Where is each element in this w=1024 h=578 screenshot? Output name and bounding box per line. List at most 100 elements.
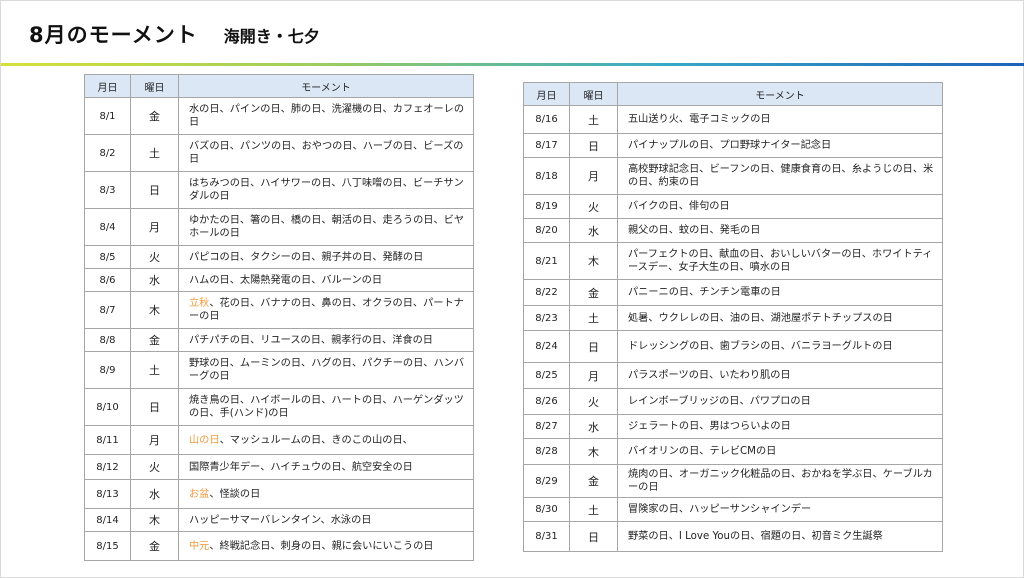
- moment-text: パピコの日、タクシーの日、親子丼の日、発酵の日: [189, 251, 424, 263]
- moment-cell: パイナップルの日、プロ野球ナイター記念日: [617, 133, 943, 158]
- moment-text: ハッピーサマーバレンタイン、水泳の日: [189, 514, 372, 526]
- table-row: 8/23 土処暑、ウクレレの日、油の日、湖池屋ポテトチップスの日: [523, 305, 943, 331]
- date-cell: 8/14: [84, 508, 131, 532]
- table-row: 8/28 木バイオリンの日、テレビCMの日: [523, 438, 943, 465]
- moments-table-right: 月日 曜日 モーメント 8/16 土五山送り火、電子コミックの日 8/17 日パイナッ…: [523, 82, 943, 552]
- weekday-cell: 日: [569, 133, 618, 158]
- date-cell: 8/9: [84, 351, 131, 389]
- column-header-weekday: 曜日: [569, 82, 618, 106]
- weekday-cell: 土: [569, 305, 618, 331]
- date-cell: 8/28: [523, 438, 570, 465]
- weekday-cell: 火: [130, 454, 179, 480]
- moment-text: パラスポーツの日、いたわり肌の日: [628, 370, 791, 381]
- column-header-date: 月日: [84, 74, 131, 98]
- column-header-date: 月日: [523, 82, 570, 106]
- moment-text: パーフェクトの日、献血の日、おいしいバターの日、ホワイトティースデー、女子大生の…: [628, 249, 933, 273]
- moment-cell: パチパチの日、リユースの日、親孝行の日、洋食の日: [178, 328, 474, 352]
- moment-text: 焼肉の日、オーガニック化粧品の日、おかねを学ぶ日、ケーブルカーの日: [628, 469, 933, 493]
- weekday-cell: 火: [130, 245, 179, 269]
- moment-cell: バイオリンの日、テレビCMの日: [617, 438, 943, 465]
- moment-text: バズの日、パンツの日、おやつの日、ハーブの日、ビーズの日: [189, 141, 464, 165]
- date-cell: 8/2: [84, 134, 131, 172]
- moment-text: はちみつの日、ハイサワーの日、八丁味噌の日、ビーチサンダルの日: [189, 178, 464, 202]
- moment-text: 高校野球記念日、ビーフンの日、健康食育の日、糸ようじの日、米の日、約束の日: [628, 164, 934, 188]
- moment-text: 、終戦記念日、刺身の日、親に会いにいこうの日: [209, 540, 434, 552]
- weekday-cell: 木: [130, 508, 179, 532]
- date-cell: 8/21: [523, 242, 570, 280]
- weekday-cell: 金: [130, 531, 179, 561]
- table-row: 8/9 土野球の日、ムーミンの日、ハグの日、パクチーの日、ハンバーグの日: [84, 351, 474, 389]
- date-cell: 8/7: [84, 291, 131, 329]
- date-cell: 8/20: [523, 218, 570, 243]
- table-row: 8/2 土バズの日、パンツの日、おやつの日、ハーブの日、ビーズの日: [84, 134, 474, 172]
- moments-table-left: 月日 曜日 モーメント 8/1 金水の日、パインの日、肺の日、洗濯機の日、カフェオ…: [84, 74, 474, 561]
- column-header-weekday: 曜日: [130, 74, 179, 98]
- moment-text: 冒険家の日、ハッピーサンシャインデー: [628, 504, 812, 515]
- column-header-moment: モーメント: [617, 82, 943, 106]
- date-cell: 8/4: [84, 208, 131, 246]
- date-cell: 8/18: [523, 157, 570, 195]
- table-row: 8/11 月山の日、マッシュルームの日、きのこの山の日、: [84, 425, 474, 455]
- date-cell: 8/12: [84, 454, 131, 480]
- weekday-cell: 日: [569, 521, 618, 552]
- moment-text: バイクの日、俳句の日: [628, 201, 730, 212]
- weekday-cell: 水: [569, 414, 618, 439]
- date-cell: 8/6: [84, 268, 131, 292]
- moment-text: 処暑、ウクレレの日、油の日、湖池屋ポテトチップスの日: [628, 312, 893, 324]
- moment-cell: ジェラートの日、男はつらいよの日: [617, 414, 943, 439]
- weekday-cell: 月: [130, 425, 179, 455]
- date-cell: 8/8: [84, 328, 131, 352]
- table-row: 8/10 日焼き鳥の日、ハイボールの日、ハートの日、ハーゲンダッツの日、手(ハンド…: [84, 388, 474, 426]
- date-cell: 8/16: [523, 105, 570, 134]
- table-header-row: 月日 曜日 モーメント: [523, 82, 943, 106]
- table-row: 8/29 金焼肉の日、オーガニック化粧品の日、おかねを学ぶ日、ケーブルカーの日: [523, 464, 943, 498]
- moment-text: 、マッシュルームの日、きのこの山の日、: [219, 434, 413, 446]
- date-cell: 8/25: [523, 362, 570, 389]
- moment-text: 水の日、パインの日、肺の日、洗濯機の日、カフェオーレの日: [189, 104, 465, 128]
- weekday-cell: 日: [130, 171, 179, 209]
- moment-cell: 水の日、パインの日、肺の日、洗濯機の日、カフェオーレの日: [178, 97, 474, 135]
- weekday-cell: 金: [569, 464, 618, 498]
- moment-text: 野球の日、ムーミンの日、ハグの日、パクチーの日、ハンバーグの日: [189, 358, 465, 382]
- moment-cell: パラスポーツの日、いたわり肌の日: [617, 362, 943, 389]
- moment-cell: バズの日、パンツの日、おやつの日、ハーブの日、ビーズの日: [178, 134, 474, 172]
- date-cell: 8/11: [84, 425, 131, 455]
- table-row: 8/25 月パラスポーツの日、いたわり肌の日: [523, 362, 943, 389]
- moment-text: パチパチの日、リユースの日、親孝行の日、洋食の日: [189, 334, 433, 346]
- moment-cell: 国際青少年デー、ハイチュウの日、航空安全の日: [178, 454, 474, 480]
- moment-cell: 焼き鳥の日、ハイボールの日、ハートの日、ハーゲンダッツの日、手(ハンド)の日: [178, 388, 474, 426]
- moment-text: ドレッシングの日、歯ブラシの日、バニラヨーグルトの日: [628, 341, 893, 352]
- moment-text: 親父の日、蚊の日、発毛の日: [628, 225, 761, 236]
- table-row: 8/22 金パニーニの日、チンチン電車の日: [523, 279, 943, 306]
- table-row: 8/16 土五山送り火、電子コミックの日: [523, 105, 943, 134]
- weekday-cell: 土: [569, 497, 618, 522]
- moment-cell: 野菜の日、I Love Youの日、宿題の日、初音ミク生誕祭: [617, 521, 943, 552]
- weekday-cell: 金: [130, 328, 179, 352]
- date-cell: 8/19: [523, 194, 570, 219]
- weekday-cell: 月: [569, 362, 618, 389]
- moment-text: 五山送り火、電子コミックの日: [628, 114, 771, 125]
- moment-cell: ハッピーサマーバレンタイン、水泳の日: [178, 508, 474, 532]
- table-row: 8/27 水ジェラートの日、男はつらいよの日: [523, 414, 943, 439]
- table-row: 8/13 水お盆、怪談の日: [84, 479, 474, 509]
- weekday-cell: 月: [130, 208, 179, 246]
- date-cell: 8/1: [84, 97, 131, 135]
- table-row: 8/7 木立秋、花の日、バナナの日、鼻の日、オクラの日、パートナーの日: [84, 291, 474, 329]
- moment-text: 、花の日、バナナの日、鼻の日、オクラの日、パートナーの日: [189, 298, 464, 322]
- moment-text: 国際青少年デー、ハイチュウの日、航空安全の日: [189, 461, 413, 473]
- moment-text: ゆかたの日、箸の日、橋の日、朝活の日、走ろうの日、ビヤホールの日: [189, 215, 465, 239]
- moment-text: 、怪談の日: [209, 488, 261, 500]
- weekday-cell: 日: [569, 330, 618, 363]
- moment-text: パイナップルの日、プロ野球ナイター記念日: [628, 140, 832, 151]
- table-row: 8/15 金中元、終戦記念日、刺身の日、親に会いにいこうの日: [84, 531, 474, 561]
- moment-cell: 処暑、ウクレレの日、油の日、湖池屋ポテトチップスの日: [617, 305, 943, 331]
- table-row: 8/3 日はちみつの日、ハイサワーの日、八丁味噌の日、ビーチサンダルの日: [84, 171, 474, 209]
- moment-cell: パニーニの日、チンチン電車の日: [617, 279, 943, 306]
- moment-cell: 立秋、花の日、バナナの日、鼻の日、オクラの日、パートナーの日: [178, 291, 474, 329]
- accent-divider: [1, 63, 1024, 66]
- table-row: 8/21 木パーフェクトの日、献血の日、おいしいバターの日、ホワイトティースデー、…: [523, 242, 943, 280]
- moment-cell: はちみつの日、ハイサワーの日、八丁味噌の日、ビーチサンダルの日: [178, 171, 474, 209]
- date-cell: 8/3: [84, 171, 131, 209]
- table-row: 8/18 月高校野球記念日、ビーフンの日、健康食育の日、糸ようじの日、米の日、約束…: [523, 157, 943, 195]
- moment-cell: レインボーブリッジの日、パワプロの日: [617, 388, 943, 415]
